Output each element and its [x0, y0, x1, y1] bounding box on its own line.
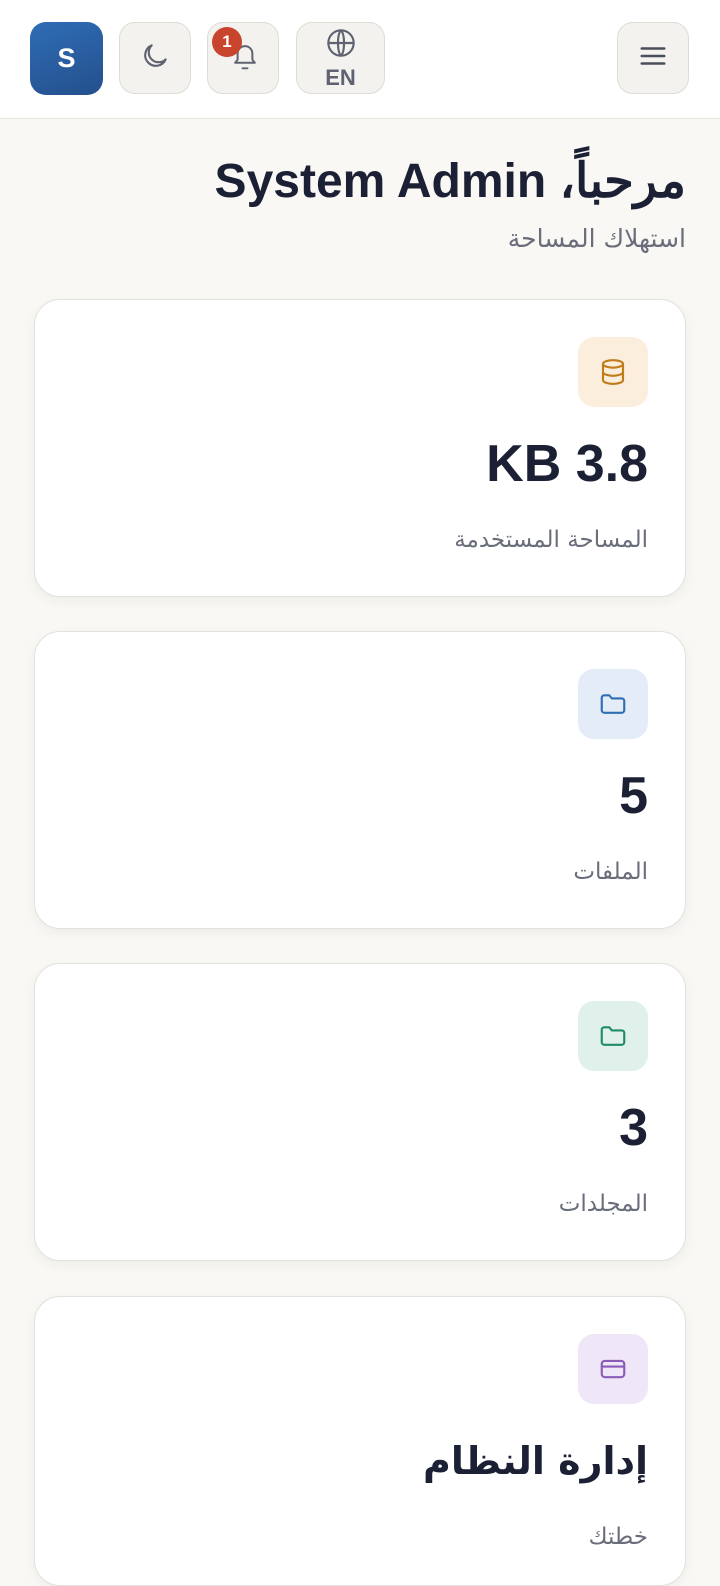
user-avatar[interactable]: S — [30, 22, 103, 95]
files-count-value: 5 — [619, 767, 648, 825]
hamburger-menu-icon — [638, 41, 668, 75]
top-bar: S 1 EN — [0, 0, 720, 119]
folder-icon — [578, 1001, 648, 1071]
plan-value: إدارة النظام — [422, 1439, 648, 1483]
globe-icon — [325, 27, 357, 63]
folders-label: المجلدات — [558, 1191, 648, 1217]
used-space-label: المساحة المستخدمة — [454, 527, 648, 553]
language-switch-button[interactable]: EN — [296, 22, 385, 94]
folders-count-value: 3 — [619, 1099, 648, 1157]
moon-icon — [139, 40, 171, 76]
theme-toggle-button[interactable] — [119, 22, 191, 94]
avatar-initial: S — [57, 43, 76, 73]
credit-card-icon — [578, 1334, 648, 1404]
used-space-value: KB 3.8 — [486, 435, 648, 493]
stat-card-plan: إدارة النظام خطتك — [34, 1296, 686, 1586]
plan-label: خطتك — [588, 1524, 648, 1550]
stat-card-files: 5 الملفات — [34, 631, 686, 929]
language-label: EN — [325, 65, 356, 90]
page-title: مرحباً، System Admin — [214, 155, 686, 208]
menu-button[interactable] — [617, 22, 689, 94]
files-label: الملفات — [573, 859, 648, 885]
folder-icon — [578, 669, 648, 739]
notification-count-badge: 1 — [212, 27, 242, 57]
page-subtitle: استهلاك المساحة — [507, 224, 686, 253]
stat-card-folders: 3 المجلدات — [34, 963, 686, 1261]
stat-card-used-space: KB 3.8 المساحة المستخدمة — [34, 299, 686, 597]
database-icon — [578, 337, 648, 407]
